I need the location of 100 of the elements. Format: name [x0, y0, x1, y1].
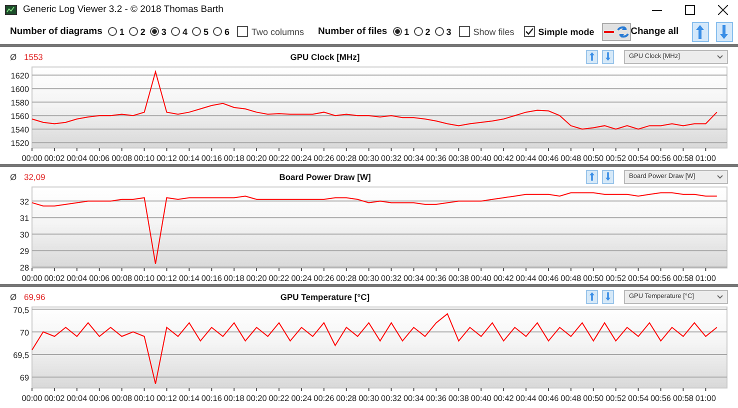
- x-tick-label: 00:10: [134, 274, 155, 283]
- x-tick-label: 00:54: [628, 154, 649, 163]
- line-mode-button[interactable]: [602, 22, 631, 40]
- app-icon: [5, 4, 17, 14]
- x-tick-label: 00:06: [89, 394, 110, 403]
- x-tick-label: 00:16: [201, 154, 222, 163]
- average-value: 32,09: [24, 172, 46, 182]
- x-tick-label: 00:00: [22, 274, 42, 283]
- x-tick-label: 00:10: [134, 154, 155, 163]
- x-tick-label: 01:00: [695, 154, 716, 163]
- radio-option[interactable]: 3: [150, 26, 166, 36]
- x-tick-label: 00:08: [112, 394, 132, 403]
- x-tick-label: 00:58: [672, 274, 694, 283]
- radio-option[interactable]: 4: [171, 26, 188, 36]
- x-tick-label: 00:42: [493, 274, 514, 283]
- chart-title: GPU Clock [MHz]: [289, 52, 361, 62]
- y-tick-label: 1520: [10, 139, 29, 148]
- x-tick-label: 00:58: [672, 154, 694, 163]
- radio-option[interactable]: 6: [213, 26, 230, 36]
- radio-option[interactable]: 3: [435, 26, 452, 36]
- x-tick-label: 00:50: [583, 154, 604, 163]
- x-tick-label: 00:34: [404, 394, 424, 403]
- y-tick-label: 31: [20, 214, 29, 224]
- radio-option[interactable]: 2: [414, 26, 430, 36]
- up-arrow-icon: [589, 291, 595, 302]
- x-tick-label: 00:14: [178, 154, 200, 163]
- y-tick-label: 1580: [10, 98, 29, 108]
- x-tick-label: 00:52: [606, 274, 626, 283]
- down-arrow-icon: [605, 171, 611, 182]
- x-tick-label: 00:28: [336, 274, 357, 283]
- line-sync-icon: [603, 24, 630, 38]
- x-tick-label: 00:02: [44, 394, 65, 403]
- down-arrow-icon: [719, 24, 730, 40]
- x-tick-label: 00:20: [246, 274, 267, 283]
- radio-option[interactable]: 1: [393, 26, 410, 36]
- move-down-button[interactable]: [602, 50, 614, 64]
- x-tick-label: 00:04: [66, 394, 88, 403]
- x-tick-label: 00:10: [134, 394, 155, 403]
- y-tick-label: 1600: [10, 85, 29, 94]
- files-label: Number of files: [318, 26, 388, 37]
- x-tick-label: 00:40: [470, 394, 492, 403]
- y-tick-label: 69: [20, 374, 29, 383]
- x-tick-label: 00:12: [156, 274, 177, 283]
- diagrams-label: Number of diagrams: [10, 26, 102, 37]
- x-tick-label: 00:46: [538, 154, 559, 163]
- x-tick-label: 00:32: [381, 394, 402, 403]
- x-tick-label: 00:34: [404, 154, 424, 163]
- up-arrow-icon: [589, 51, 595, 62]
- x-tick-label: 00:24: [291, 394, 312, 403]
- y-tick-label: 29: [20, 247, 29, 256]
- x-tick-label: 00:38: [448, 274, 469, 283]
- y-tick-label: 70: [20, 328, 29, 338]
- x-tick-label: 00:18: [224, 154, 244, 163]
- average-symbol: Ø: [10, 292, 18, 302]
- y-tick-label: 1540: [10, 126, 29, 135]
- average-symbol: Ø: [10, 52, 18, 62]
- x-tick-label: 00:32: [381, 154, 402, 163]
- radio-option[interactable]: 1: [108, 26, 124, 36]
- move-down-button[interactable]: [602, 170, 614, 184]
- x-tick-label: 00:46: [538, 394, 559, 403]
- down-arrow-icon: [605, 51, 611, 62]
- chart-title: GPU Temperature [°C]: [279, 292, 371, 302]
- x-tick-label: 00:30: [358, 394, 380, 403]
- average-symbol: Ø: [10, 172, 18, 182]
- x-tick-label: 00:22: [268, 154, 290, 163]
- x-tick-label: 00:12: [156, 154, 177, 163]
- move-up-button[interactable]: [586, 290, 598, 304]
- radio-option[interactable]: 5: [192, 26, 208, 36]
- x-tick-label: 00:18: [224, 274, 244, 283]
- move-up-button[interactable]: [586, 50, 598, 64]
- x-tick-label: 00:12: [156, 394, 177, 403]
- x-tick-label: 00:26: [314, 394, 334, 403]
- x-tick-label: 00:52: [606, 394, 626, 403]
- move-up-button[interactable]: [586, 170, 598, 184]
- x-tick-label: 00:26: [314, 274, 334, 283]
- x-tick-label: 00:44: [516, 154, 536, 163]
- y-tick-label: 69,5: [13, 351, 29, 360]
- x-tick-label: 00:22: [268, 274, 290, 283]
- x-tick-label: 00:06: [89, 154, 110, 163]
- up-arrow-icon: [695, 24, 706, 40]
- simple-mode-checkbox[interactable]: Simple mode: [524, 26, 594, 37]
- caret-icon: [717, 174, 723, 178]
- x-tick-label: 00:34: [404, 274, 424, 283]
- x-tick-label: 00:36: [426, 394, 446, 403]
- x-tick-label: 00:20: [246, 394, 267, 403]
- x-tick-label: 00:20: [246, 154, 267, 163]
- x-tick-label: 00:28: [336, 154, 357, 163]
- x-tick-label: 00:44: [516, 274, 536, 283]
- radio-option[interactable]: 2: [129, 26, 146, 36]
- x-tick-label: 00:36: [426, 274, 446, 283]
- x-tick-label: 00:54: [628, 274, 649, 283]
- x-tick-label: 00:08: [112, 154, 132, 163]
- y-tick-label: 28: [20, 264, 29, 273]
- move-down-button[interactable]: [602, 290, 614, 304]
- x-tick-label: 00:50: [583, 394, 604, 403]
- x-tick-label: 00:08: [112, 274, 132, 283]
- x-tick-label: 00:38: [448, 154, 469, 163]
- y-tick-label: 1620: [10, 72, 29, 81]
- show-files-checkbox[interactable]: Show files: [459, 26, 514, 37]
- two-columns-checkbox[interactable]: Two columns: [237, 26, 304, 37]
